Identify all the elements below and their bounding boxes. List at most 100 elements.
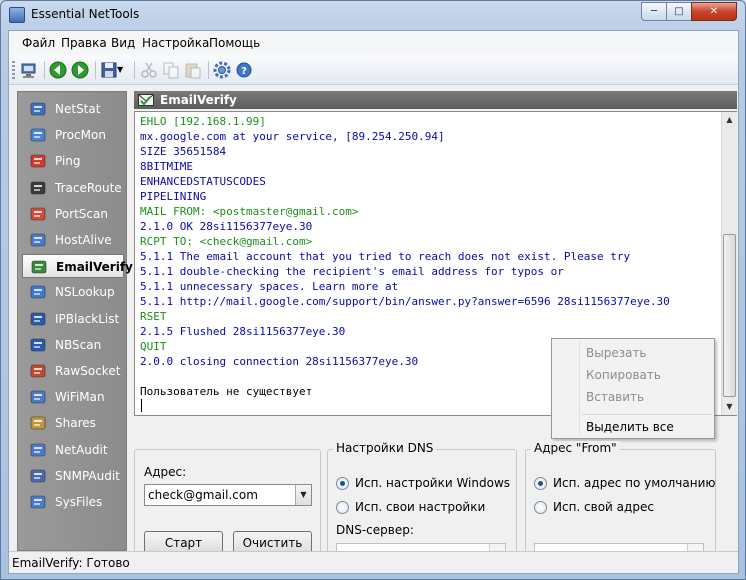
log-line: mx.google.com at your service, [89.254.2…	[140, 130, 445, 143]
email-check-icon	[138, 93, 154, 107]
vertical-scrollbar[interactable]: ▲ ▼	[721, 112, 737, 415]
log-line: MAIL FROM: <postmaster@gmail.com>	[140, 205, 359, 218]
sidebar-item-label: ProcMon	[55, 128, 106, 143]
sidebar-item-netaudit[interactable]: NetAudit	[22, 438, 124, 462]
sidebar-item-ping[interactable]: Ping	[22, 149, 124, 173]
log-line: 2.1.5 Flushed 28si1156377eye.30	[140, 325, 346, 338]
sidebar-item-label: NSLookup	[55, 285, 115, 300]
dropdown-arrow-icon[interactable]: ▼	[117, 60, 127, 80]
sidebar-item-shares[interactable]: Shares	[22, 411, 124, 435]
menu-edit[interactable]: Правка	[61, 36, 107, 50]
sidebar-item-label: RawSocket	[55, 364, 121, 378]
scroll-down-icon[interactable]: ▼	[722, 399, 737, 415]
dns-group-title: Настройки DNS	[333, 441, 437, 455]
cut-icon[interactable]	[139, 60, 159, 80]
scroll-up-icon[interactable]: ▲	[722, 112, 737, 128]
sidebar-item-ipblacklist[interactable]: IPBlackList	[22, 307, 124, 331]
sidebar-item-nslookup[interactable]: NSLookup	[22, 280, 124, 304]
settings-icon[interactable]	[212, 60, 232, 80]
context-copy[interactable]: Копировать	[586, 368, 661, 382]
help-icon[interactable]: ?	[234, 60, 254, 80]
radio-unchecked-icon[interactable]	[534, 501, 547, 514]
address-group: Адрес: check@gmail.com ▼ Старт Очистить	[134, 449, 321, 561]
from-default-label: Исп. адрес по умолчанию	[553, 476, 716, 490]
log-line: 5.1.1 http://mail.google.com/support/bin…	[140, 295, 670, 308]
address-combobox[interactable]: check@gmail.com ▼	[144, 484, 312, 506]
toolbar-separator	[44, 61, 45, 79]
computer-icon[interactable]	[19, 60, 39, 80]
sidebar-item-nbscan[interactable]: NBScan	[22, 333, 124, 357]
netstat-icon	[30, 101, 46, 117]
radio-unchecked-icon[interactable]	[336, 501, 349, 514]
from-custom-option[interactable]: Исп. свой адрес	[534, 500, 712, 516]
copy-icon[interactable]	[161, 60, 181, 80]
text-caret	[141, 399, 142, 412]
log-line: 5.1.1 double-checking the recipient's em…	[140, 265, 564, 278]
shares-icon	[30, 415, 46, 431]
from-group-title: Адрес "From"	[531, 441, 620, 455]
ping-icon	[30, 153, 46, 169]
grip-icon[interactable]	[12, 61, 15, 79]
sidebar-item-label: SysFiles	[55, 495, 103, 509]
nbscan-icon	[30, 337, 46, 353]
dns-server-label: DNS-сервер:	[336, 523, 414, 537]
dns-settings-group: Настройки DNS Исп. настройки Windows Исп…	[327, 441, 517, 565]
menu-view[interactable]: Вид	[111, 36, 135, 50]
sidebar-item-netstat[interactable]: NetStat	[22, 97, 124, 121]
menu-bar: Файл Правка Вид Настройка Помощь	[9, 31, 738, 55]
context-paste[interactable]: Вставить	[586, 390, 644, 404]
menu-settings[interactable]: Настройка	[142, 36, 209, 50]
log-line: 2.1.0 OK 28si1156377eye.30	[140, 220, 313, 233]
close-button[interactable]: ✕	[691, 2, 737, 21]
tool-sidebar: NetStat ProcMon Ping TraceRoute PortScan Host…	[17, 91, 133, 551]
sidebar-item-hostalive[interactable]: HostAlive	[22, 228, 124, 252]
sidebar-item-procmon[interactable]: ProcMon	[22, 123, 124, 147]
traceroute-icon	[30, 180, 46, 196]
sidebar-item-emailverify[interactable]: EmailVerify	[22, 254, 133, 279]
log-line: EHLO [192.168.1.99]	[140, 115, 266, 128]
sidebar-item-sysfiles[interactable]: SysFiles	[22, 490, 124, 514]
status-bar: EmailVerify: Готово	[9, 551, 738, 573]
dns-windows-option[interactable]: Исп. настройки Windows	[336, 476, 512, 492]
toolbar-separator	[95, 61, 96, 79]
ipblacklist-icon	[30, 311, 46, 327]
chevron-down-icon[interactable]: ▼	[295, 485, 311, 505]
app-icon	[9, 7, 25, 23]
menu-help[interactable]: Помощь	[209, 36, 260, 50]
sidebar-item-wifiman[interactable]: WiFiMan	[22, 385, 124, 409]
context-cut[interactable]: Вырезать	[586, 346, 647, 360]
minimize-button[interactable]: ─	[641, 2, 667, 21]
toolbar: ▼ ?	[9, 55, 738, 85]
log-line: RCPT TO: <check@gmail.com>	[140, 235, 313, 248]
back-arrow-icon[interactable]	[48, 60, 68, 80]
sidebar-item-rawsocket[interactable]: RawSocket	[22, 359, 124, 383]
sidebar-item-label: TraceRoute	[55, 180, 122, 195]
dns-custom-option[interactable]: Исп. свои настройки	[336, 500, 512, 516]
title-bar[interactable]: Essential NetTools ─ □ ✕	[1, 1, 745, 29]
log-line: 8BITMIME	[140, 160, 193, 173]
scroll-thumb[interactable]	[723, 234, 736, 397]
radio-checked-icon[interactable]	[336, 477, 349, 490]
context-select-all[interactable]: Выделить все	[586, 420, 674, 434]
save-icon[interactable]	[99, 60, 119, 80]
paste-icon[interactable]	[183, 60, 203, 80]
sidebar-item-portscan[interactable]: PortScan	[22, 202, 124, 226]
sidebar-item-snmpaudit[interactable]: SNMPAudit	[22, 464, 124, 488]
window-title: Essential NetTools	[31, 7, 140, 21]
sidebar-item-label: NetStat	[55, 102, 101, 116]
netaudit-icon	[30, 442, 46, 458]
log-line: ENHANCEDSTATUSCODES	[140, 175, 266, 188]
toolbar-separator	[134, 61, 135, 79]
maximize-button[interactable]: □	[666, 2, 692, 21]
panel-title: EmailVerify	[160, 93, 237, 107]
address-value: check@gmail.com	[148, 488, 258, 502]
radio-checked-icon[interactable]	[534, 477, 547, 490]
from-default-option[interactable]: Исп. адрес по умолчанию	[534, 476, 716, 492]
menu-file[interactable]: Файл	[22, 36, 55, 50]
sidebar-item-traceroute[interactable]: TraceRoute	[22, 176, 124, 200]
sidebar-item-label: PortScan	[55, 206, 108, 221]
sidebar-item-label: HostAlive	[55, 233, 112, 247]
svg-text:?: ?	[241, 66, 247, 77]
dns-windows-label: Исп. настройки Windows	[355, 476, 511, 490]
forward-arrow-icon[interactable]	[70, 60, 90, 80]
